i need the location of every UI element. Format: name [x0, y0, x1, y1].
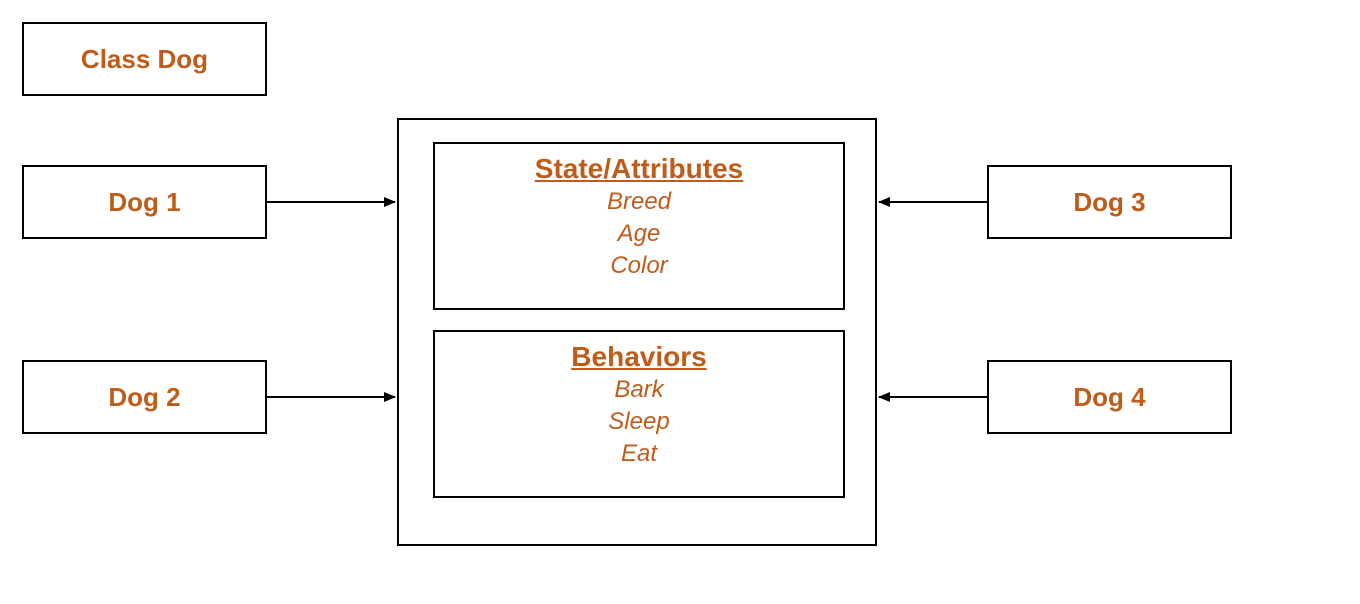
- behavior-item-1: Sleep: [445, 406, 833, 438]
- instance-box-dog1: Dog 1: [22, 165, 267, 239]
- attribute-item-1: Age: [445, 218, 833, 250]
- behavior-item-2: Eat: [445, 438, 833, 470]
- instance-label-dog3: Dog 3: [1073, 187, 1145, 218]
- behaviors-box: Behaviors Bark Sleep Eat: [433, 330, 845, 498]
- attributes-box: State/Attributes Breed Age Color: [433, 142, 845, 310]
- attribute-item-2: Color: [445, 250, 833, 282]
- instance-label-dog4: Dog 4: [1073, 382, 1145, 413]
- instance-box-dog4: Dog 4: [987, 360, 1232, 434]
- instance-box-dog2: Dog 2: [22, 360, 267, 434]
- instance-box-dog3: Dog 3: [987, 165, 1232, 239]
- instance-label-dog2: Dog 2: [108, 382, 180, 413]
- class-box-label: Class Dog: [81, 44, 208, 75]
- instance-label-dog1: Dog 1: [108, 187, 180, 218]
- class-detail-container: State/Attributes Breed Age Color Behavio…: [397, 118, 877, 546]
- attribute-item-0: Breed: [445, 186, 833, 218]
- class-box: Class Dog: [22, 22, 267, 96]
- behavior-item-0: Bark: [445, 374, 833, 406]
- behaviors-title: Behaviors: [445, 340, 833, 374]
- attributes-title: State/Attributes: [445, 152, 833, 186]
